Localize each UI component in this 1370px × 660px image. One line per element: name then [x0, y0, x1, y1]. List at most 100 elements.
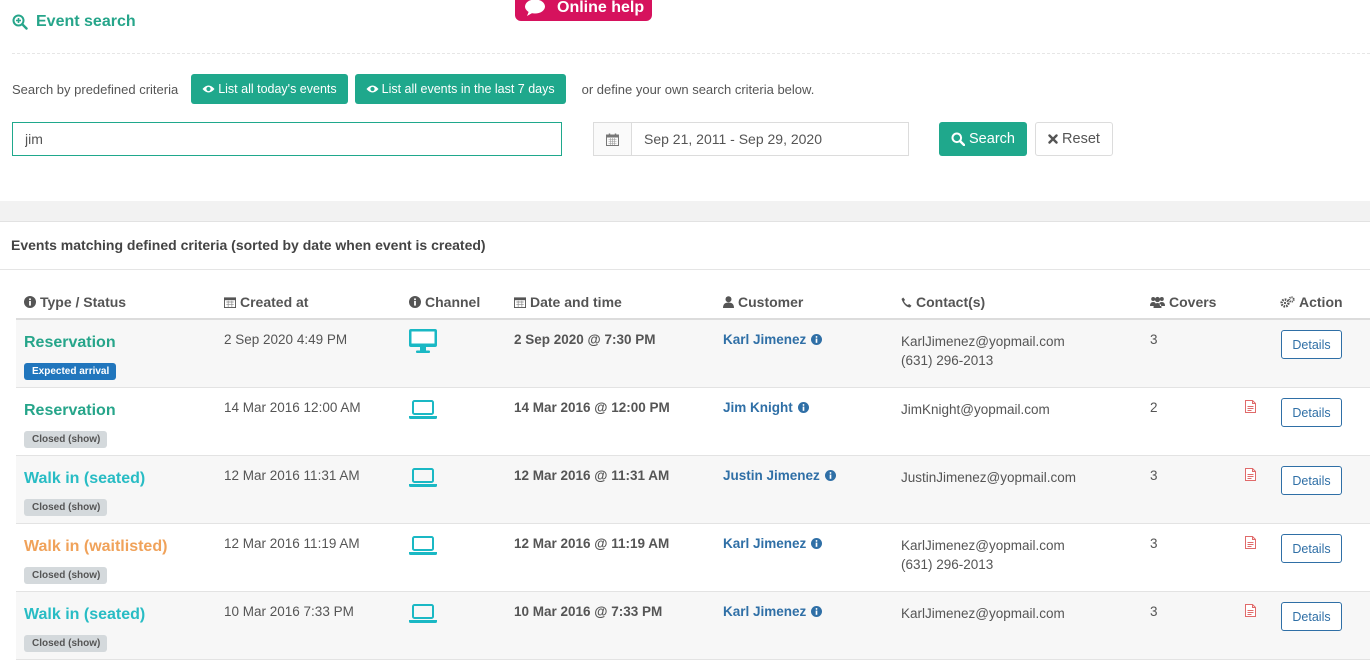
search-plus-icon	[12, 14, 28, 30]
event-datetime: 12 Mar 2016 @ 11:31 AM	[514, 468, 670, 483]
pdf-icon[interactable]	[1245, 468, 1256, 484]
results-title: Events matching defined criteria (sorted…	[11, 237, 486, 253]
custom-criteria-hint: or define your own search criteria below…	[581, 81, 815, 97]
customer-link[interactable]: Karl Jimenez	[723, 332, 823, 347]
pdf-icon[interactable]	[1245, 536, 1256, 552]
table-row: Reservation Closed (show) 14 Mar 2016 12…	[16, 388, 1370, 456]
table-row: Reservation Expected arrival 2 Sep 2020 …	[16, 320, 1370, 388]
customer-link[interactable]: Jim Knight	[723, 400, 809, 415]
file-pdf-icon	[1245, 536, 1256, 549]
info-circle-icon[interactable]	[811, 606, 823, 617]
online-help-button[interactable]: Online help	[515, 0, 652, 21]
contact-phone: (631) 296-2013	[901, 353, 994, 368]
customer-link[interactable]: Karl Jimenez	[723, 536, 823, 551]
col-covers-label: Covers	[1169, 294, 1217, 310]
customer-name: Karl Jimenez	[723, 332, 807, 347]
created-at: 14 Mar 2016 12:00 AM	[224, 400, 361, 415]
created-at: 12 Mar 2016 11:19 AM	[224, 536, 360, 551]
event-type: Reservation	[24, 402, 116, 419]
customer-name: Karl Jimenez	[723, 536, 807, 551]
customer-name: Karl Jimenez	[723, 604, 807, 619]
col-customer: Customer	[723, 294, 803, 310]
search-button[interactable]: Search	[939, 122, 1027, 156]
pdf-icon[interactable]	[1245, 400, 1256, 416]
covers-count: 3	[1150, 468, 1158, 483]
cogs-icon	[1280, 296, 1295, 308]
col-contacts: Contact(s)	[901, 294, 985, 310]
event-datetime: 10 Mar 2016 @ 7:33 PM	[514, 604, 663, 619]
online-help-label: Online help	[557, 0, 645, 16]
pdf-icon[interactable]	[1245, 604, 1256, 620]
covers-count: 2	[1150, 400, 1158, 415]
details-button[interactable]: Details	[1281, 534, 1342, 563]
events-table: Type / Status Created at Channel Date an…	[16, 286, 1370, 660]
laptop-icon	[409, 468, 437, 487]
col-date-time-label: Date and time	[530, 294, 622, 310]
channel-laptop	[408, 468, 438, 491]
laptop-icon	[409, 604, 437, 623]
col-covers: Covers	[1150, 294, 1216, 310]
customer-name: Jim Knight	[723, 400, 793, 415]
customer-name: Justin Jimenez	[723, 468, 820, 483]
col-channel: Channel	[409, 294, 480, 310]
file-pdf-icon	[1245, 604, 1256, 617]
status-badge: Expected arrival	[24, 363, 117, 380]
info-circle-icon[interactable]	[811, 538, 823, 549]
table-row: Walk in (seated) Closed (show) 12 Mar 20…	[16, 456, 1370, 524]
users-icon	[1150, 296, 1165, 308]
contact-phone: (631) 296-2013	[901, 557, 994, 572]
channel-laptop	[408, 536, 438, 559]
info-circle-icon[interactable]	[824, 470, 836, 481]
details-button[interactable]: Details	[1281, 602, 1342, 631]
reset-button[interactable]: Reset	[1035, 122, 1113, 156]
event-datetime: 2 Sep 2020 @ 7:30 PM	[514, 332, 656, 347]
covers-count: 3	[1150, 332, 1158, 347]
customer-link[interactable]: Karl Jimenez	[723, 604, 823, 619]
details-button[interactable]: Details	[1281, 398, 1342, 427]
desktop-icon	[409, 329, 437, 353]
table-row: Walk in (seated) Closed (show) 10 Mar 20…	[16, 592, 1370, 660]
details-button[interactable]: Details	[1281, 466, 1342, 495]
list-last-7-days-label: List all events in the last 7 days	[381, 82, 555, 96]
file-pdf-icon	[1245, 400, 1256, 413]
status-badge: Closed (show)	[24, 499, 108, 516]
col-created-at-label: Created at	[240, 294, 309, 310]
status-badge: Closed (show)	[24, 635, 108, 652]
search-button-label: Search	[969, 131, 1015, 147]
info-circle-icon[interactable]	[811, 334, 823, 345]
col-date-time: Date and time	[514, 294, 622, 310]
info-circle-icon[interactable]	[797, 402, 809, 413]
details-button[interactable]: Details	[1281, 330, 1342, 359]
contact-info: KarlJimenez@yopmail.com (631) 296-2013	[901, 332, 1065, 370]
info-circle-icon	[409, 296, 421, 308]
close-icon	[1048, 134, 1058, 144]
list-last-7-days-button[interactable]: List all events in the last 7 days	[354, 74, 566, 104]
event-datetime: 12 Mar 2016 @ 11:19 AM	[514, 536, 670, 551]
calendar-addon[interactable]	[594, 123, 632, 155]
user-icon	[723, 296, 734, 308]
col-created-at: Created at	[224, 294, 308, 310]
contact-email: JustinJimenez@yopmail.com	[901, 470, 1077, 485]
speech-bubble-icon	[525, 0, 545, 16]
header-divider	[12, 53, 1370, 54]
results-title-divider	[0, 269, 1370, 270]
date-range-picker[interactable]: Sep 21, 2011 - Sep 29, 2020	[593, 122, 909, 156]
list-today-events-button[interactable]: List all today's events	[191, 74, 348, 104]
created-at: 2 Sep 2020 4:49 PM	[224, 332, 348, 347]
page-title: Event search	[12, 13, 136, 31]
col-action: Action	[1280, 294, 1343, 310]
event-type: Walk in (seated)	[24, 606, 146, 623]
col-type-status-label: Type / Status	[40, 294, 127, 310]
contact-info: KarlJimenez@yopmail.com (631) 296-2013	[901, 536, 1065, 574]
customer-link[interactable]: Justin Jimenez	[723, 468, 836, 483]
search-input[interactable]	[12, 122, 562, 156]
event-type: Reservation	[24, 334, 116, 351]
eye-icon	[366, 85, 379, 93]
calendar-icon	[606, 133, 619, 146]
covers-count: 3	[1150, 604, 1158, 619]
table-row: Walk in (waitlisted) Closed (show) 12 Ma…	[16, 524, 1370, 592]
calendar-icon	[224, 297, 236, 308]
status-badge: Closed (show)	[24, 431, 108, 448]
contact-email: JimKnight@yopmail.com	[901, 402, 1050, 417]
event-type: Walk in (waitlisted)	[24, 538, 168, 555]
